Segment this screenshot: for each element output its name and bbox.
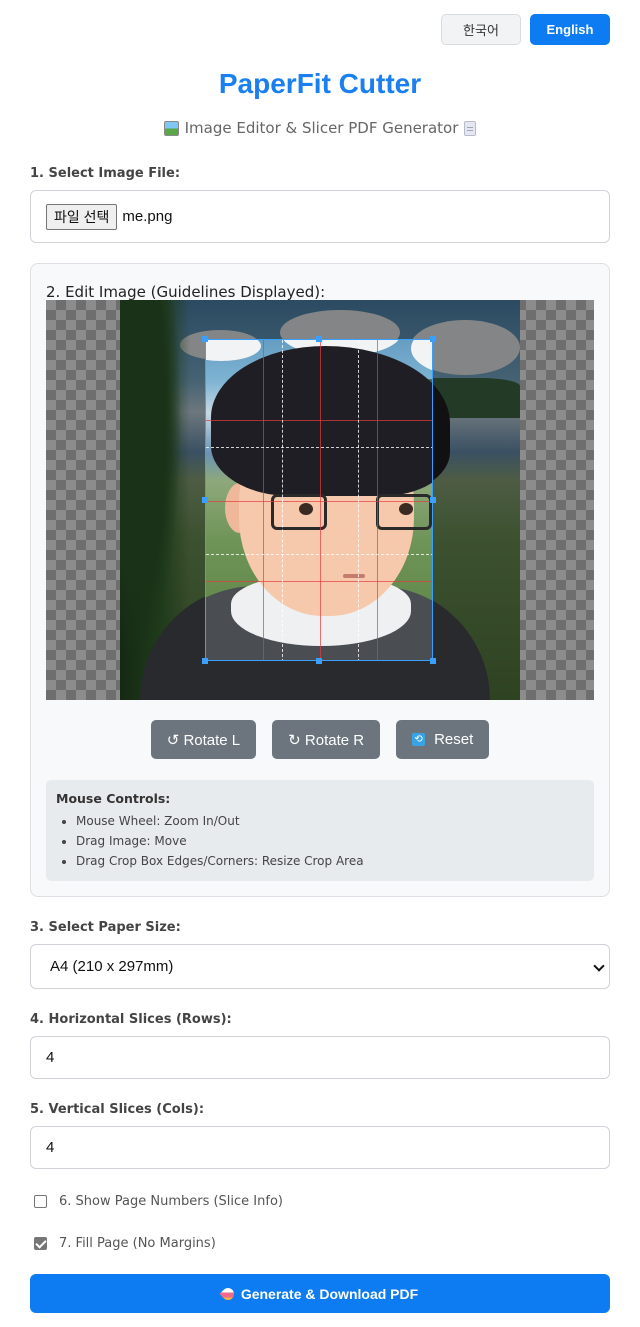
select-image-label: 1. Select Image File:	[30, 166, 181, 181]
paper-size-label: 3. Select Paper Size:	[30, 920, 181, 935]
crop-handle-bottom[interactable]	[316, 658, 322, 664]
fill-page-label[interactable]: 7. Fill Page (No Margins)	[59, 1236, 216, 1251]
rows-label: 4. Horizontal Slices (Rows):	[30, 1012, 232, 1027]
crop-handle-bottom-left[interactable]	[202, 658, 208, 664]
counterclockwise-arrows-icon: ⟲	[412, 733, 426, 746]
subtitle-text: Image Editor & Slicer PDF Generator	[184, 119, 459, 137]
generate-pdf-button[interactable]: Generate & Download PDF	[30, 1274, 610, 1313]
paper-size-select[interactable]: A4 (210 x 297mm)	[30, 944, 610, 989]
crop-handle-right[interactable]	[430, 497, 436, 503]
thirds-guide-v2	[358, 340, 359, 660]
slice-guide-h2	[206, 501, 432, 502]
cols-input[interactable]: 4	[30, 1126, 610, 1169]
thirds-guide-h1	[206, 447, 432, 448]
slice-guide-h1	[206, 420, 432, 421]
show-page-numbers-checkbox[interactable]	[34, 1195, 47, 1208]
show-page-numbers-label[interactable]: 6. Show Page Numbers (Slice Info)	[59, 1194, 283, 1209]
crop-box[interactable]	[205, 339, 433, 661]
thirds-guide-h2	[206, 554, 432, 555]
fill-page-option: 7. Fill Page (No Margins)	[34, 1236, 216, 1251]
page-icon	[464, 120, 477, 136]
editor-title: 2. Edit Image (Guidelines Displayed):	[46, 283, 326, 301]
thirds-guide-v1	[282, 340, 283, 660]
paper-size-value: A4 (210 x 297mm)	[50, 958, 174, 975]
rotate-left-button[interactable]: ↺ Rotate L	[150, 720, 257, 759]
image-editor-panel: 2. Edit Image (Guidelines Displayed): ↺ …	[30, 263, 610, 897]
help-list: Mouse Wheel: Zoom In/Out Drag Image: Mov…	[56, 811, 584, 871]
help-title: Mouse Controls:	[56, 791, 171, 806]
help-item: Mouse Wheel: Zoom In/Out	[76, 811, 584, 831]
image-canvas[interactable]	[46, 300, 594, 700]
page-subtitle: Image Editor & Slicer PDF Generator	[0, 119, 640, 137]
help-item: Drag Crop Box Edges/Corners: Resize Crop…	[76, 851, 584, 871]
help-item: Drag Image: Move	[76, 831, 584, 851]
slice-guide-h3	[206, 581, 432, 582]
rocket-icon	[219, 1285, 237, 1302]
crop-preview	[206, 340, 432, 660]
page-title: PaperFit Cutter	[218, 68, 422, 99]
mouse-controls-help: Mouse Controls: Mouse Wheel: Zoom In/Out…	[46, 780, 594, 881]
crop-handle-top-right[interactable]	[430, 336, 436, 342]
language-switcher: 한국어 English	[441, 14, 610, 45]
edit-buttons: ↺ Rotate L ↻ Rotate R ⟲ Reset	[31, 720, 609, 759]
fill-page-checkbox[interactable]	[34, 1237, 47, 1250]
file-input: 파일 선택 me.png	[30, 190, 610, 243]
reset-label: Reset	[434, 731, 474, 748]
reset-button[interactable]: ⟲ Reset	[396, 720, 490, 759]
crop-handle-bottom-right[interactable]	[430, 658, 436, 664]
framed-picture-icon	[163, 120, 179, 136]
crop-handle-left[interactable]	[202, 497, 208, 503]
korean-language-button[interactable]: 한국어	[441, 14, 521, 45]
rows-input[interactable]: 4	[30, 1036, 610, 1079]
crop-handle-top[interactable]	[316, 336, 322, 342]
selected-file-name: me.png	[122, 208, 173, 225]
show-page-numbers-option: 6. Show Page Numbers (Slice Info)	[34, 1194, 283, 1209]
rotate-right-button[interactable]: ↻ Rotate R	[272, 720, 381, 759]
crop-handle-top-left[interactable]	[202, 336, 208, 342]
english-language-button[interactable]: English	[530, 14, 610, 45]
choose-file-button[interactable]: 파일 선택	[46, 203, 118, 230]
cols-label: 5. Vertical Slices (Cols):	[30, 1102, 205, 1117]
generate-pdf-label: Generate & Download PDF	[240, 1285, 419, 1302]
chevron-down-icon	[593, 960, 605, 972]
